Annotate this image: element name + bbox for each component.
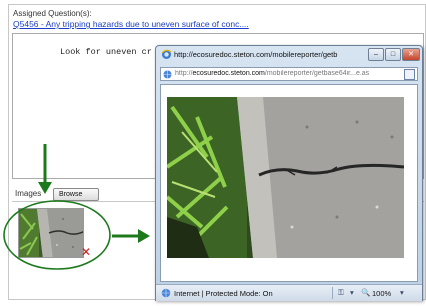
globe-icon <box>163 70 172 79</box>
cracked-concrete-photo <box>167 97 404 258</box>
security-zone-text: Internet | Protected Mode: On <box>174 289 273 298</box>
zoom-icon[interactable]: 🔍 <box>361 288 370 297</box>
close-button[interactable]: ✕ <box>402 48 420 61</box>
image-thumbnail[interactable] <box>18 208 84 258</box>
browse-button[interactable]: Browse <box>53 188 99 201</box>
internet-explorer-icon <box>161 49 172 59</box>
maximize-button[interactable]: □ <box>385 48 401 61</box>
image-viewer-popup: http://ecosuredoc.steton.com/mobilerepor… <box>155 45 423 301</box>
thumbnail-photo <box>19 209 83 257</box>
notes-text: Look for uneven cr <box>60 47 152 57</box>
popup-title: http://ecosuredoc.steton.com/mobilerepor… <box>174 50 338 59</box>
minimize-button[interactable]: – <box>368 48 384 61</box>
assigned-question-link[interactable]: Q5456 - Any tripping hazards due to unev… <box>13 19 249 29</box>
protected-mode-icon[interactable]: ⚿ <box>338 288 344 298</box>
status-bar: Internet | Protected Mode: On ⚿ ▾ 🔍 100%… <box>156 284 422 301</box>
popup-titlebar[interactable]: http://ecosuredoc.steton.com/mobilerepor… <box>156 46 422 64</box>
zoom-level[interactable]: 100% <box>372 289 391 298</box>
address-path: /mobilereporter/getbase64ir...e.as <box>264 70 370 77</box>
address-prefix: http:// <box>175 70 193 77</box>
images-label: Images <box>15 189 42 198</box>
page-icon[interactable] <box>404 69 415 80</box>
address-url: http://ecosuredoc.steton.com/mobilerepor… <box>175 70 397 77</box>
address-bar[interactable]: http://ecosuredoc.steton.com/mobilerepor… <box>160 67 418 81</box>
assigned-questions-label: Assigned Question(s): <box>13 9 92 18</box>
zoom-dropdown-icon[interactable]: ▾ <box>400 288 404 297</box>
delete-image-icon[interactable]: ✕ <box>80 246 92 258</box>
status-divider <box>332 287 333 299</box>
popup-content <box>160 84 418 282</box>
protected-mode-dropdown-icon[interactable]: ▾ <box>350 288 354 297</box>
address-domain: ecosuredoc.steton.com <box>192 70 265 77</box>
internet-zone-icon <box>161 288 171 298</box>
